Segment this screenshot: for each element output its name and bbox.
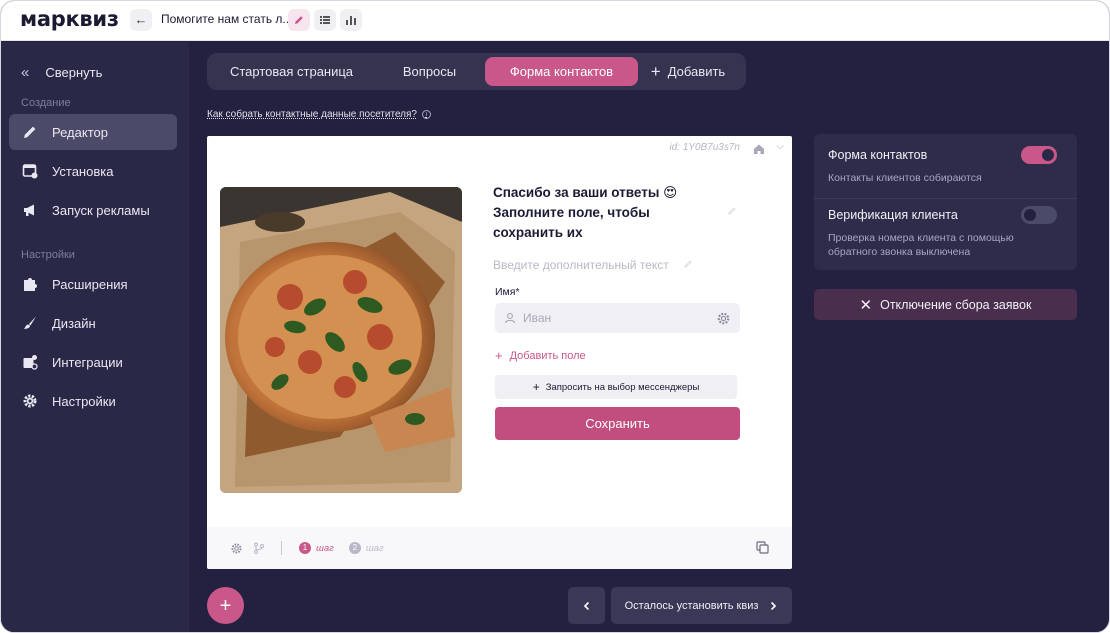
- canvas-footer: 1 шаг 2 шаг: [207, 527, 792, 569]
- user-icon: [504, 313, 516, 324]
- step-label: шаг: [365, 542, 384, 554]
- integrations-icon: [23, 355, 38, 370]
- chevron-down-icon[interactable]: ⌵: [776, 141, 784, 152]
- sidebar-item-editor[interactable]: Редактор: [9, 114, 177, 150]
- section-settings: Настройки: [21, 249, 75, 261]
- sidebar-item-extensions[interactable]: Расширения: [9, 266, 177, 302]
- install-icon: [22, 164, 38, 179]
- collapse-label: Свернуть: [45, 65, 103, 80]
- divider: [281, 541, 282, 555]
- add-field-label: Добавить поле: [509, 349, 586, 362]
- request-messengers-button[interactable]: + Запросить на выбор мессенджеры: [495, 375, 737, 399]
- sidebar-item-label: Настройки: [52, 393, 116, 409]
- pencil-icon[interactable]: [726, 205, 738, 217]
- sidebar-item-label: Интеграции: [52, 354, 123, 370]
- list-view-button[interactable]: [314, 9, 336, 31]
- plus-icon: +: [650, 62, 661, 81]
- disable-collection-button[interactable]: ✕ Отключение сбора заявок: [814, 289, 1077, 320]
- add-field-button[interactable]: + Добавить поле: [495, 348, 586, 363]
- previous-button[interactable]: [568, 587, 605, 624]
- double-chevron-left-icon: «: [21, 64, 30, 81]
- tab-add[interactable]: + Добавить: [644, 57, 732, 86]
- copy-icon[interactable]: [756, 541, 769, 554]
- form-subtitle[interactable]: Введите дополнительный текст: [493, 258, 669, 272]
- stats-button[interactable]: [340, 9, 362, 31]
- sidebar-item-integrations[interactable]: Интеграции: [9, 344, 177, 380]
- tab-questions[interactable]: Вопросы: [382, 57, 477, 86]
- home-icon[interactable]: [753, 143, 765, 155]
- close-icon: ✕: [859, 296, 873, 314]
- name-field[interactable]: [495, 303, 740, 333]
- add-question-button[interactable]: +: [207, 587, 244, 624]
- sidebar-item-label: Дизайн: [52, 315, 96, 331]
- gear-icon[interactable]: [230, 542, 243, 555]
- sidebar-item-label: Установка: [52, 163, 114, 179]
- question-id: id: 1Y0B7u3s7n: [669, 142, 740, 153]
- bar-chart-icon: [346, 16, 356, 25]
- step-2[interactable]: 2 шаг: [348, 542, 384, 554]
- sidebar-item-design[interactable]: Дизайн: [9, 305, 177, 341]
- name-field-label: Имя*: [495, 286, 520, 298]
- form-title[interactable]: Спасибо за ваши ответы 😍 Заполните поле,…: [493, 183, 723, 243]
- gear-icon: [23, 394, 37, 408]
- pencil-icon: [24, 126, 36, 138]
- contact-form-status: Контакты клиентов собираются: [828, 172, 982, 184]
- plus-icon: +: [219, 594, 232, 617]
- request-messengers-label: Запросить на выбор мессенджеры: [545, 381, 700, 393]
- step-label: шаг: [316, 542, 334, 554]
- name-input[interactable]: [523, 311, 709, 325]
- pencil-icon: [295, 16, 303, 24]
- tab-start-page[interactable]: Стартовая страница: [217, 57, 366, 86]
- step-number: 2: [348, 542, 361, 554]
- chevron-right-icon: [771, 601, 777, 610]
- sidebar-item-install[interactable]: Установка: [9, 153, 177, 189]
- disable-collection-label: Отключение сбора заявок: [880, 297, 1032, 312]
- step-1[interactable]: 1 шаг: [299, 542, 334, 554]
- verification-status: Проверка номера клиента с помощью обратн…: [828, 232, 1014, 258]
- tab-add-label: Добавить: [667, 64, 726, 79]
- plus-icon: +: [532, 380, 540, 394]
- divider: [814, 198, 1077, 199]
- info-icon: i: [421, 110, 431, 119]
- pizza-photo: [220, 187, 462, 493]
- megaphone-icon: [24, 204, 34, 216]
- contact-form-toggle[interactable]: [1021, 146, 1057, 164]
- puzzle-icon: [24, 278, 37, 291]
- sidebar-item-label: Редактор: [52, 124, 108, 140]
- quiz-title[interactable]: Помогите нам стать л...: [161, 12, 292, 26]
- pencil-icon[interactable]: [682, 258, 694, 270]
- plus-icon: +: [495, 348, 503, 363]
- help-link[interactable]: Как собрать контактные данные посетителя…: [207, 109, 431, 120]
- quiz-tabs: Стартовая страница Вопросы Форма контакт…: [207, 53, 746, 90]
- sidebar: « Свернуть Создание Редактор Установка З…: [1, 42, 189, 632]
- sidebar-item-label: Расширения: [52, 276, 128, 292]
- contact-form-title: Форма контактов: [828, 148, 928, 162]
- sidebar-item-label: Запуск рекламы: [52, 202, 150, 218]
- brush-icon: [24, 316, 36, 329]
- tab-contact-form[interactable]: Форма контактов: [485, 57, 638, 86]
- branch-icon[interactable]: [253, 542, 265, 554]
- form-preview: id: 1Y0B7u3s7n ⌵ Спасибо за ваши ответы …: [207, 136, 792, 569]
- next-step-button[interactable]: Осталось установить квиз: [611, 587, 792, 624]
- form-settings-panel: Форма контактов Контакты клиентов собира…: [814, 134, 1077, 270]
- next-step-label: Осталось установить квиз: [624, 599, 759, 612]
- app-window: марквиз ← Помогите нам стать л... « Свер…: [0, 0, 1110, 633]
- chevron-left-icon: [583, 601, 589, 610]
- verification-toggle[interactable]: [1021, 206, 1057, 224]
- save-button[interactable]: Сохранить: [495, 407, 740, 440]
- step-number: 1: [299, 542, 311, 554]
- edit-mode-button[interactable]: [288, 9, 310, 31]
- sidebar-item-ads[interactable]: Запуск рекламы: [9, 192, 177, 228]
- section-creation: Создание: [21, 97, 71, 109]
- help-link-label: Как собрать контактные данные посетителя…: [207, 109, 417, 120]
- gear-icon[interactable]: [716, 311, 731, 326]
- back-button[interactable]: ←: [130, 9, 152, 31]
- top-bar: марквиз ← Помогите нам стать л...: [1, 1, 1109, 41]
- collapse-button[interactable]: « Свернуть: [21, 64, 102, 81]
- verification-title: Верификация клиента: [828, 208, 958, 222]
- sidebar-item-settings[interactable]: Настройки: [9, 383, 177, 419]
- list-icon: [320, 16, 330, 24]
- logo[interactable]: марквиз: [20, 7, 119, 31]
